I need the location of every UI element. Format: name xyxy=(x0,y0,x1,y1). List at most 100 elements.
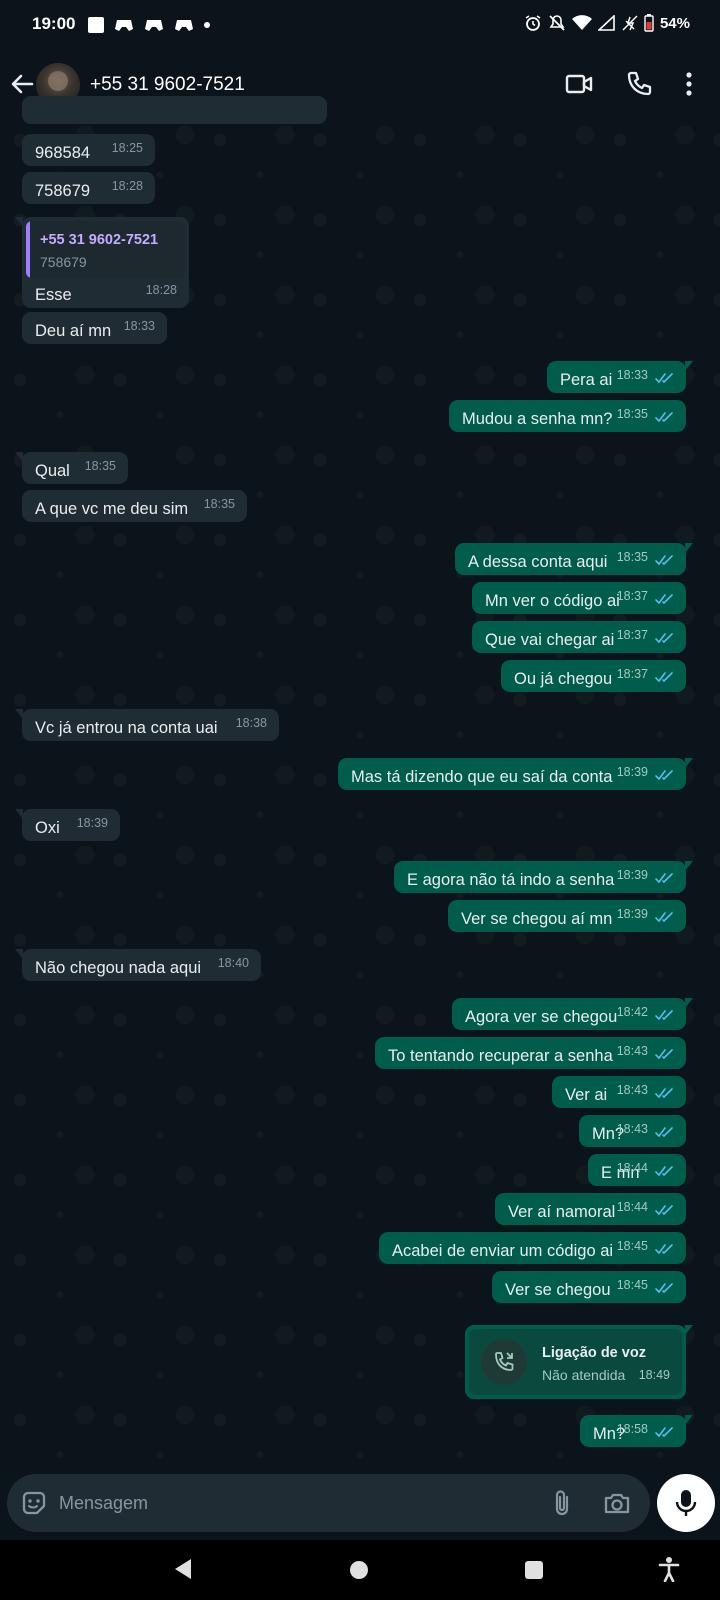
outgoing-message[interactable]: E agora não tá indo a senha 18:39 xyxy=(394,861,693,893)
composer xyxy=(7,1474,650,1532)
accessibility-icon[interactable] xyxy=(658,1556,680,1582)
incoming-message[interactable]: Vc já entrou na conta uai 18:38 xyxy=(15,709,279,741)
double-check-icon xyxy=(655,1127,673,1138)
quoted-message[interactable]: +55 31 9602-7521 758679 xyxy=(26,221,185,278)
call-status: Não atendida xyxy=(542,1367,626,1383)
phone-icon[interactable] xyxy=(626,70,652,98)
message-time: 18:43 xyxy=(616,1122,648,1136)
outgoing-message[interactable]: Ver se chegou aí mn 18:39 xyxy=(448,900,686,932)
message-text: E agora não tá indo a senha xyxy=(407,871,615,889)
double-check-icon xyxy=(655,1010,673,1021)
double-check-icon xyxy=(655,555,673,566)
incoming-message[interactable]: +55 31 9602-7521 758679 Esse 18:28 xyxy=(15,217,189,308)
incoming-message[interactable]: Oxi 18:39 xyxy=(15,809,120,841)
message-text: To tentando recuperar a senha xyxy=(388,1047,613,1065)
double-check-icon xyxy=(655,373,673,384)
message-text: Ver ai xyxy=(565,1086,608,1104)
message-time: 18:33 xyxy=(616,368,648,382)
battery-percent: 54% xyxy=(659,14,690,32)
arrow-left-icon[interactable] xyxy=(8,70,36,98)
outgoing-message[interactable]: Mn? 18:58 xyxy=(580,1415,693,1447)
outgoing-message[interactable]: Ver ai 18:43 xyxy=(552,1076,686,1108)
message-text: Mn ver o código ai xyxy=(485,592,620,610)
sticker-icon[interactable] xyxy=(20,1489,48,1517)
message-time: 18:49 xyxy=(638,1368,670,1382)
mute-icon xyxy=(549,15,565,31)
message-time: 18:39 xyxy=(616,868,648,882)
message-text: Não chegou nada aqui xyxy=(35,959,202,977)
outgoing-message[interactable]: Que vai chegar ai 18:37 xyxy=(472,621,686,653)
message-time: 18:39 xyxy=(76,816,108,830)
double-check-icon xyxy=(655,1244,673,1255)
double-check-icon xyxy=(655,1427,673,1438)
status-bar: 19:00 54% xyxy=(0,0,720,50)
outgoing-message[interactable]: Mas tá dizendo que eu saí da conta 18:39 xyxy=(338,758,693,790)
outgoing-message[interactable]: Ver aí namoral 18:44 xyxy=(495,1193,686,1225)
incoming-message[interactable]: Deu aí mn 18:33 xyxy=(22,312,167,344)
paperclip-icon[interactable] xyxy=(550,1488,574,1518)
quote-text: 758679 xyxy=(40,254,87,270)
incoming-message[interactable]: 968584 18:25 xyxy=(22,134,155,166)
nav-home-icon[interactable] xyxy=(350,1561,368,1579)
message-time: 18:45 xyxy=(616,1239,648,1253)
outgoing-message[interactable]: A dessa conta aqui 18:35 xyxy=(455,543,693,575)
message-text: Pera ai xyxy=(560,371,613,389)
microphone-button[interactable] xyxy=(657,1474,715,1532)
message-time: 18:44 xyxy=(616,1200,648,1214)
outgoing-message[interactable]: Ligação de voz Não atendida 18:49 xyxy=(465,1325,693,1399)
call-title: Ligação de voz xyxy=(542,1345,646,1361)
outgoing-message[interactable]: Pera ai 18:33 xyxy=(547,361,693,393)
outgoing-message[interactable]: Acabei de enviar um código ai 18:45 xyxy=(379,1232,686,1264)
message-input[interactable] xyxy=(59,1483,519,1523)
message-time: 18:44 xyxy=(616,1161,648,1175)
incoming-message[interactable]: 758679 18:28 xyxy=(22,172,155,204)
message-text: Acabei de enviar um código ai xyxy=(392,1242,614,1260)
message-text: Qual xyxy=(35,462,70,480)
status-right: 54% xyxy=(524,14,690,32)
message-time: 18:43 xyxy=(616,1083,648,1097)
outgoing-message[interactable]: Mn? 18:43 xyxy=(579,1115,686,1147)
quote-bar xyxy=(26,221,30,278)
message-time: 18:43 xyxy=(616,1044,648,1058)
contact-name[interactable]: +55 31 9602-7521 xyxy=(90,74,245,96)
video-camera-icon[interactable] xyxy=(565,72,593,96)
outgoing-message[interactable]: Mudou a senha mn? 18:35 xyxy=(449,400,686,432)
message-text: 758679 xyxy=(35,182,91,200)
microphone-icon xyxy=(675,1490,697,1516)
notification-icons xyxy=(88,16,210,34)
outgoing-message[interactable]: Agora ver se chegou 18:42 xyxy=(452,998,693,1030)
outgoing-message[interactable]: Ver se chegou 18:45 xyxy=(492,1271,686,1303)
camera-icon[interactable] xyxy=(603,1490,631,1516)
message-text: 968584 xyxy=(35,144,91,162)
dot-icon xyxy=(204,22,210,28)
message-time: 18:35 xyxy=(84,459,116,473)
nav-back-icon[interactable] xyxy=(173,1558,193,1580)
wifi-icon xyxy=(571,15,592,30)
double-check-icon xyxy=(655,873,673,884)
quote-author: +55 31 9602-7521 xyxy=(40,232,159,248)
outgoing-message[interactable]: Ou já chegou 18:37 xyxy=(501,660,686,692)
more-vertical-icon[interactable] xyxy=(684,70,694,98)
message-text: Que vai chegar ai xyxy=(485,631,615,649)
message-time: 18:35 xyxy=(616,550,648,564)
outgoing-message[interactable]: Mn ver o código ai 18:37 xyxy=(472,582,686,614)
message-time: 18:35 xyxy=(203,497,235,511)
outgoing-message[interactable]: E mn 18:44 xyxy=(588,1154,686,1186)
double-check-icon xyxy=(655,1049,673,1060)
incoming-message[interactable]: A que vc me deu sim 18:35 xyxy=(22,490,247,522)
missed-call-card[interactable]: Ligação de voz Não atendida 18:49 xyxy=(469,1329,682,1395)
message-time: 18:45 xyxy=(616,1278,648,1292)
nav-recents-icon[interactable] xyxy=(525,1561,543,1579)
message-time: 18:33 xyxy=(123,319,155,333)
square-notification-icon xyxy=(88,17,104,33)
signal-icon xyxy=(597,15,615,31)
message-time: 18:39 xyxy=(616,907,648,921)
message-time: 18:25 xyxy=(111,141,143,155)
incoming-message[interactable]: Qual 18:35 xyxy=(15,452,128,484)
system-nav-bar xyxy=(0,1540,720,1600)
message-text: A que vc me deu sim xyxy=(35,500,189,518)
double-check-icon xyxy=(655,412,673,423)
outgoing-message[interactable]: To tentando recuperar a senha 18:43 xyxy=(375,1037,686,1069)
double-check-icon xyxy=(655,1166,673,1177)
incoming-message[interactable]: Não chegou nada aqui 18:40 xyxy=(15,949,261,981)
